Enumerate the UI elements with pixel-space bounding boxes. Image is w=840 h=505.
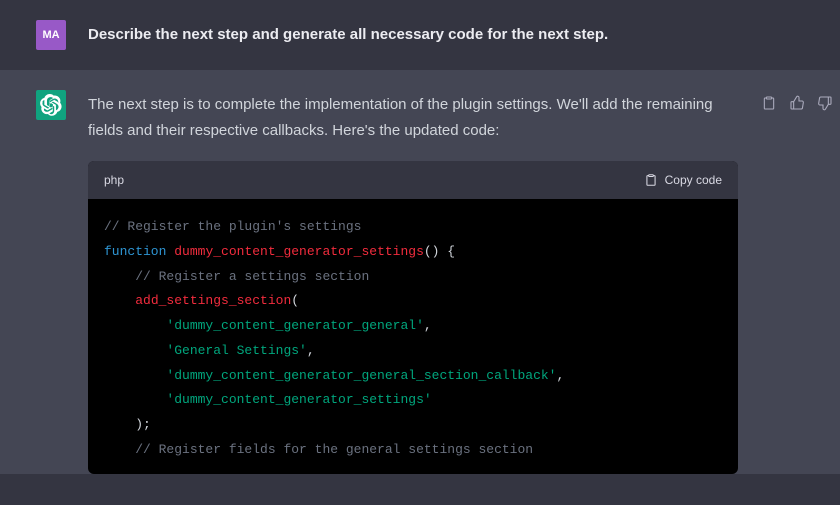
thumbs-down-icon	[817, 95, 833, 111]
copy-code-label: Copy code	[665, 170, 722, 190]
user-avatar: MA	[36, 20, 66, 50]
thumbs-up-icon	[789, 95, 805, 111]
code-header: php Copy code	[88, 161, 738, 199]
code-content[interactable]: // Register the plugin's settingsfunctio…	[88, 199, 738, 474]
clipboard-icon	[761, 95, 777, 111]
copy-code-button[interactable]: Copy code	[644, 170, 722, 190]
copy-response-button[interactable]	[760, 94, 778, 112]
assistant-message-row: The next step is to complete the impleme…	[0, 70, 840, 474]
code-block: php Copy code // Register the plugin's s…	[88, 161, 738, 474]
code-language-label: php	[104, 170, 124, 190]
thumbs-up-button[interactable]	[788, 94, 806, 112]
thumbs-down-button[interactable]	[816, 94, 834, 112]
assistant-content: The next step is to complete the impleme…	[88, 90, 738, 474]
clipboard-icon	[644, 173, 658, 187]
user-message-text: Describe the next step and generate all …	[88, 20, 804, 48]
assistant-message-text: The next step is to complete the impleme…	[88, 92, 738, 143]
assistant-avatar	[36, 90, 66, 120]
user-message-row: MA Describe the next step and generate a…	[0, 0, 840, 70]
openai-logo-icon	[40, 94, 62, 116]
assistant-actions	[760, 90, 834, 112]
